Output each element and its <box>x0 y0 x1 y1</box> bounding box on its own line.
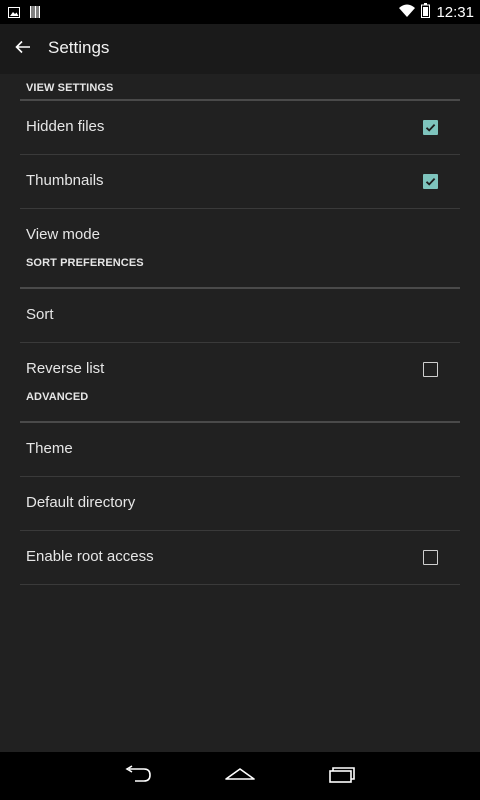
nav-recents-button[interactable] <box>322 760 362 792</box>
battery-icon <box>421 3 431 23</box>
status-bar: 12:31 <box>0 0 480 24</box>
section-header-advanced: ADVANCED <box>20 391 460 423</box>
app-bar: Settings <box>0 24 480 74</box>
setting-label: Hidden files <box>26 118 105 135</box>
setting-row-thumbnails[interactable]: Thumbnails <box>20 155 460 209</box>
setting-label: Theme <box>26 440 73 457</box>
enable-root-access-checkbox[interactable] <box>423 550 438 565</box>
back-nav-icon <box>123 764 153 788</box>
settings-screen: 12:31 Settings VIEW SETTINGS Hidden file… <box>0 0 480 800</box>
setting-row-theme[interactable]: Theme <box>20 423 460 477</box>
setting-row-enable-root-access[interactable]: Enable root access <box>20 531 460 585</box>
setting-row-default-directory[interactable]: Default directory <box>20 477 460 531</box>
page-title: Settings <box>48 38 110 57</box>
section-header-label: VIEW SETTINGS <box>26 82 114 94</box>
section-header-label: ADVANCED <box>26 391 89 403</box>
section-header-sort-preferences: SORT PREFERENCES <box>20 257 460 289</box>
barcode-notification-icon <box>30 5 40 23</box>
picture-notification-icon <box>8 5 20 23</box>
setting-label: Reverse list <box>26 360 105 377</box>
back-button[interactable] <box>8 34 38 64</box>
reverse-list-checkbox[interactable] <box>423 362 438 377</box>
settings-list: VIEW SETTINGS Hidden files Thumbnails Vi… <box>0 74 480 752</box>
nav-home-button[interactable] <box>220 760 260 792</box>
setting-row-view-mode[interactable]: View mode <box>20 209 460 262</box>
recents-nav-icon <box>328 765 356 788</box>
setting-row-reverse-list[interactable]: Reverse list <box>20 343 460 396</box>
setting-row-sort[interactable]: Sort <box>20 289 460 343</box>
nav-back-button[interactable] <box>118 760 158 792</box>
section-header-view-settings: VIEW SETTINGS <box>20 74 460 101</box>
arrow-back-icon <box>15 40 31 59</box>
setting-label: Sort <box>26 306 54 323</box>
hidden-files-checkbox[interactable] <box>423 120 438 135</box>
thumbnails-checkbox[interactable] <box>423 174 438 189</box>
setting-label: View mode <box>26 226 100 243</box>
setting-label: Thumbnails <box>26 172 104 189</box>
section-header-label: SORT PREFERENCES <box>26 257 144 269</box>
setting-row-hidden-files[interactable]: Hidden files <box>20 101 460 155</box>
home-nav-icon <box>224 766 256 787</box>
setting-label: Enable root access <box>26 548 154 565</box>
navigation-bar <box>0 752 480 800</box>
status-time: 12:31 <box>436 4 474 21</box>
wifi-icon <box>399 4 416 22</box>
setting-label: Default directory <box>26 494 136 511</box>
